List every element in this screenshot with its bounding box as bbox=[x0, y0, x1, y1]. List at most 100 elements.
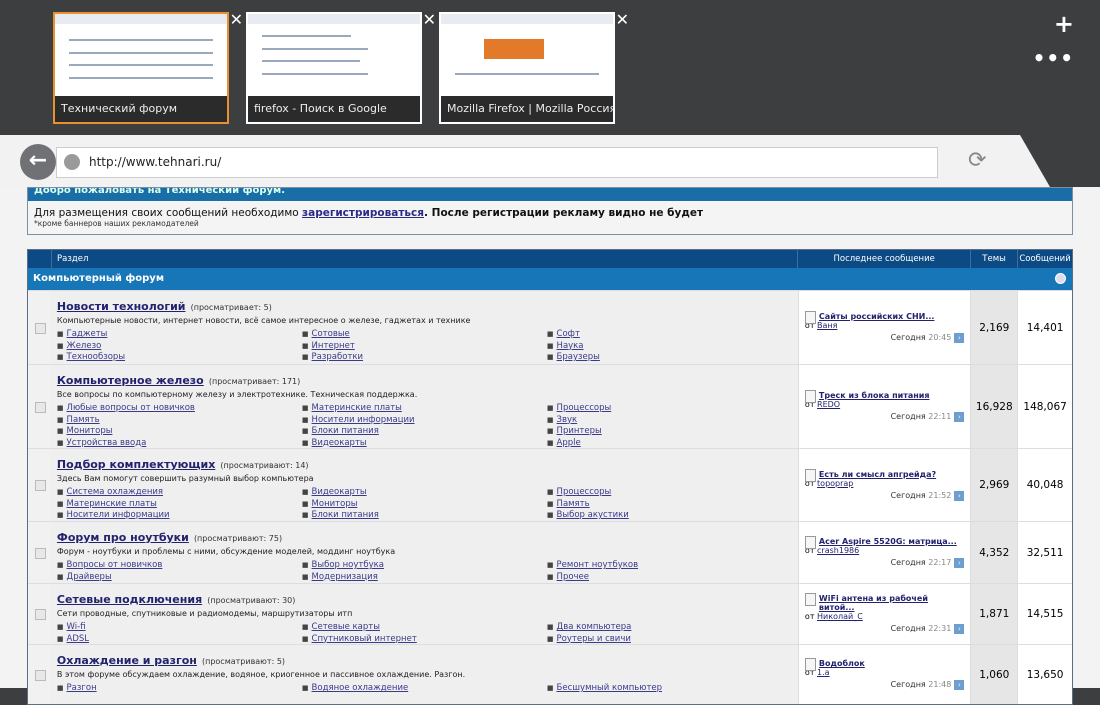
subforum-link[interactable]: Выбор ноутбука bbox=[302, 560, 547, 572]
last-post-link[interactable]: WiFi антена из рабочей витой... bbox=[804, 593, 964, 612]
subforum-link[interactable]: Сотовые bbox=[302, 329, 547, 341]
back-button[interactable]: ← bbox=[20, 144, 56, 180]
tab-label: firefox - Поиск в Google bbox=[248, 96, 420, 122]
posts-count: 14,515 bbox=[1017, 584, 1073, 644]
subforum-link[interactable]: Принтеры bbox=[547, 426, 792, 438]
subforum-link[interactable]: Wi-fi bbox=[57, 622, 302, 634]
collapse-icon[interactable] bbox=[1055, 273, 1066, 284]
subforum-link[interactable]: Видеокарты bbox=[302, 438, 547, 450]
forum-title-link[interactable]: Подбор комплектующих bbox=[57, 458, 215, 471]
last-post-link[interactable]: Есть ли смысл апгрейда? bbox=[804, 468, 964, 482]
forum-title-link[interactable]: Охлаждение и разгон bbox=[57, 654, 197, 667]
subforum-link[interactable]: Носители информации bbox=[302, 415, 547, 427]
category-row[interactable]: Компьютерный форум bbox=[28, 268, 1072, 290]
subforum-link[interactable]: Процессоры bbox=[547, 403, 792, 415]
subforum-link[interactable]: Сетевые карты bbox=[302, 622, 547, 634]
subforum-link[interactable]: Материнские платы bbox=[302, 403, 547, 415]
subforum-link[interactable]: ADSL bbox=[57, 634, 302, 646]
tab-thumbnail bbox=[55, 14, 227, 98]
last-post-author[interactable]: REDO bbox=[817, 400, 840, 409]
subforum-link[interactable]: Apple bbox=[547, 438, 792, 450]
subforum-link[interactable]: Спутниковый интернет bbox=[302, 634, 547, 646]
forum-title-link[interactable]: Сетевые подключения bbox=[57, 593, 202, 606]
go-to-post-icon[interactable]: › bbox=[954, 558, 965, 568]
subforum-link[interactable]: Бесшумный компьютер bbox=[547, 683, 792, 695]
subforum-link[interactable]: Устройства ввода bbox=[57, 438, 302, 450]
subforum-link[interactable]: Модернизация bbox=[302, 572, 547, 584]
more-menu-button[interactable]: ••• bbox=[1033, 46, 1074, 70]
subforum-link[interactable]: Прочее bbox=[547, 572, 792, 584]
subforum-link[interactable]: Блоки питания bbox=[302, 426, 547, 438]
last-post-author[interactable]: crash1986 bbox=[817, 546, 859, 555]
subforum-link[interactable]: Вопросы от новичков bbox=[57, 560, 302, 572]
register-link[interactable]: зарегистрироваться bbox=[302, 207, 424, 219]
subforum-link[interactable]: Роутеры и свичи bbox=[547, 634, 792, 646]
url-input[interactable]: http://www.tehnari.ru/ bbox=[56, 147, 938, 178]
tab-thumbnail bbox=[248, 14, 420, 98]
close-tab-icon[interactable]: ✕ bbox=[230, 10, 243, 29]
subforum-link[interactable]: Видеокарты bbox=[302, 487, 547, 499]
subforum-link[interactable]: Софт bbox=[547, 329, 792, 341]
forum-status-icon bbox=[28, 584, 51, 644]
last-post-link[interactable]: Сайты российских СНИ... bbox=[804, 311, 964, 324]
last-post-day: Сегодня bbox=[890, 490, 926, 500]
subforum-link[interactable]: Носители информации bbox=[57, 510, 302, 522]
forum-title-link[interactable]: Форум про ноутбуки bbox=[57, 531, 189, 544]
last-post-author[interactable]: 1.a bbox=[817, 668, 830, 677]
topics-count: 16,928 bbox=[970, 365, 1018, 448]
last-post-author[interactable]: Ваня bbox=[817, 321, 837, 330]
subforum-link[interactable]: Гаджеты bbox=[57, 329, 302, 341]
subforum-link[interactable]: Водяное охлаждение bbox=[302, 683, 547, 695]
last-post-time: 22:17 bbox=[928, 558, 952, 567]
last-post-link[interactable]: Acer Aspire 5520G: матрица... bbox=[804, 536, 964, 549]
go-to-post-icon[interactable]: › bbox=[954, 490, 965, 501]
subforum-link[interactable]: Браузеры bbox=[547, 352, 792, 364]
last-post-author[interactable]: topoprap bbox=[817, 479, 853, 488]
last-post-day: Сегодня bbox=[890, 412, 926, 421]
close-tab-icon[interactable]: ✕ bbox=[616, 10, 629, 29]
subforum-link[interactable]: Железо bbox=[57, 341, 302, 353]
last-post-time: 22:31 bbox=[928, 624, 952, 633]
subforum-link[interactable]: Система охлаждения bbox=[57, 487, 302, 499]
forum-title-link[interactable]: Компьютерное железо bbox=[57, 374, 204, 387]
posts-count: 32,511 bbox=[1017, 522, 1073, 583]
welcome-text: Для размещения своих сообщений необходим… bbox=[34, 207, 303, 219]
last-post-link[interactable]: Водоблок bbox=[804, 658, 964, 671]
forum-title-link[interactable]: Новости технологий bbox=[57, 300, 186, 313]
topics-count: 2,969 bbox=[970, 449, 1018, 521]
subforum-link[interactable]: Драйверы bbox=[57, 572, 302, 584]
subforum-link[interactable]: Выбор акустики bbox=[547, 510, 792, 522]
subforum-link[interactable]: Ремонт ноутбуков bbox=[547, 560, 792, 572]
new-tab-button[interactable]: + bbox=[1054, 10, 1074, 38]
subforum-link[interactable]: Любые вопросы от новичков bbox=[57, 403, 302, 415]
subforum-link[interactable]: Мониторы bbox=[57, 426, 302, 438]
category-title: Компьютерный форум bbox=[33, 273, 164, 284]
subforum-link[interactable]: Блоки питания bbox=[302, 510, 547, 522]
go-to-post-icon[interactable]: › bbox=[954, 333, 965, 343]
subforum-link[interactable]: Наука bbox=[547, 341, 792, 353]
tab-google[interactable]: firefox - Поиск в Google ✕ bbox=[246, 10, 436, 124]
go-to-post-icon[interactable]: › bbox=[954, 412, 965, 422]
subforum-link[interactable]: Память bbox=[57, 415, 302, 427]
subforum-link[interactable]: Мониторы bbox=[302, 499, 547, 511]
refresh-button[interactable]: ⟳ bbox=[968, 148, 986, 173]
close-tab-icon[interactable]: ✕ bbox=[423, 10, 436, 29]
tab-tehnari[interactable]: Технический форум ✕ bbox=[53, 10, 243, 124]
subforum-link[interactable]: Процессоры bbox=[547, 487, 792, 499]
go-to-post-icon[interactable]: › bbox=[954, 680, 965, 690]
subforum-link[interactable]: Материнские платы bbox=[57, 499, 302, 511]
header-last-post: Последнее сообщение bbox=[797, 250, 970, 268]
subforum-link[interactable]: Технообзоры bbox=[57, 352, 302, 364]
subforum-link[interactable]: Два компьютера bbox=[547, 622, 792, 634]
forum-viewers: (просматривают: 75) bbox=[193, 534, 283, 543]
subforum-link[interactable]: Память bbox=[547, 499, 792, 511]
tab-mozilla[interactable]: Mozilla Firefox | Mozilla Россия ✕ bbox=[439, 10, 629, 124]
subforum-link[interactable]: Разгон bbox=[57, 683, 302, 695]
last-post-author[interactable]: Николай_С bbox=[817, 612, 863, 621]
subforum-link[interactable]: Интернет bbox=[302, 341, 547, 353]
last-post-link[interactable]: Треск из блока питания bbox=[804, 390, 964, 403]
subforum-link[interactable]: Разработки bbox=[302, 352, 547, 364]
last-post-time: 21:52 bbox=[928, 490, 952, 500]
go-to-post-icon[interactable]: › bbox=[954, 624, 965, 634]
subforum-link[interactable]: Звук bbox=[547, 415, 792, 427]
